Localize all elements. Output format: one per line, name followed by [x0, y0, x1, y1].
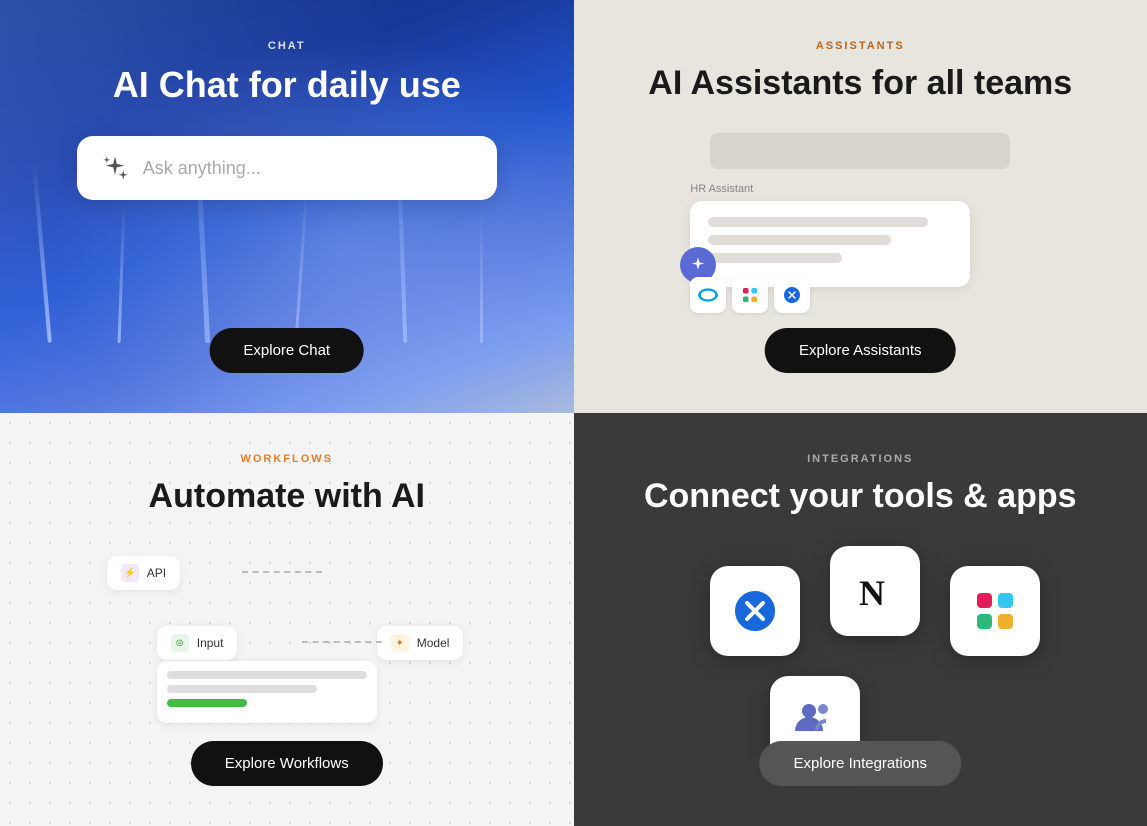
- workflow-input-node: ⊜ Input: [157, 626, 238, 660]
- notion-icon-lg: N: [830, 546, 920, 636]
- workflows-panel: WORKFLOWS Automate with AI ⚡ API ⊜ Input…: [0, 413, 574, 826]
- integrations-label: INTEGRATIONS: [807, 453, 913, 465]
- assistant-app-icons: [690, 277, 810, 313]
- api-icon: ⚡: [121, 564, 139, 582]
- assistant-card: [690, 201, 970, 287]
- workflow-connector-1: [242, 571, 322, 573]
- workflow-mockup: ⚡ API ⊜ Input ✦ Model: [77, 546, 497, 746]
- assistants-label: ASSISTANTS: [816, 40, 905, 52]
- explore-integrations-button[interactable]: Explore Integrations: [760, 741, 961, 786]
- chat-label: CHAT: [268, 40, 306, 52]
- workflow-card-content: [157, 661, 377, 723]
- explore-chat-button[interactable]: Explore Chat: [209, 328, 364, 373]
- workflow-connector-2: [302, 641, 382, 643]
- assistants-mockup: HR Assistant: [670, 133, 1050, 313]
- integrations-title: Connect your tools & apps: [644, 477, 1077, 516]
- explore-workflows-button[interactable]: Explore Workflows: [191, 741, 383, 786]
- assistant-hr-label: HR Assistant: [670, 183, 1050, 195]
- sparkle-icon: [101, 154, 129, 182]
- confluence-icon-lg: [710, 566, 800, 656]
- workflow-api-node: ⚡ API: [107, 556, 180, 590]
- chat-placeholder-text: Ask anything...: [143, 158, 261, 179]
- chat-input-box[interactable]: Ask anything...: [77, 136, 497, 200]
- integrations-icons-area: N: [670, 546, 1050, 766]
- chat-panel: CHAT AI Chat for daily use Ask anything.…: [0, 0, 574, 413]
- integrations-panel: INTEGRATIONS Connect your tools & apps N: [574, 413, 1147, 826]
- confluence-icon-sm: [774, 277, 810, 313]
- assistants-title: AI Assistants for all teams: [648, 64, 1072, 103]
- workflows-label: WORKFLOWS: [240, 453, 333, 465]
- svg-text:N: N: [859, 573, 885, 613]
- workflows-title: Automate with AI: [149, 477, 425, 516]
- chat-title: AI Chat for daily use: [113, 64, 461, 106]
- salesforce-icon: [690, 277, 726, 313]
- input-icon: ⊜: [171, 634, 189, 652]
- explore-assistants-button[interactable]: Explore Assistants: [765, 328, 956, 373]
- workflow-model-node: ✦ Model: [377, 626, 464, 660]
- slack-icon-sm: [732, 277, 768, 313]
- slack-icon-lg: [950, 566, 1040, 656]
- model-icon: ✦: [391, 634, 409, 652]
- assistants-panel: ASSISTANTS AI Assistants for all teams H…: [574, 0, 1147, 413]
